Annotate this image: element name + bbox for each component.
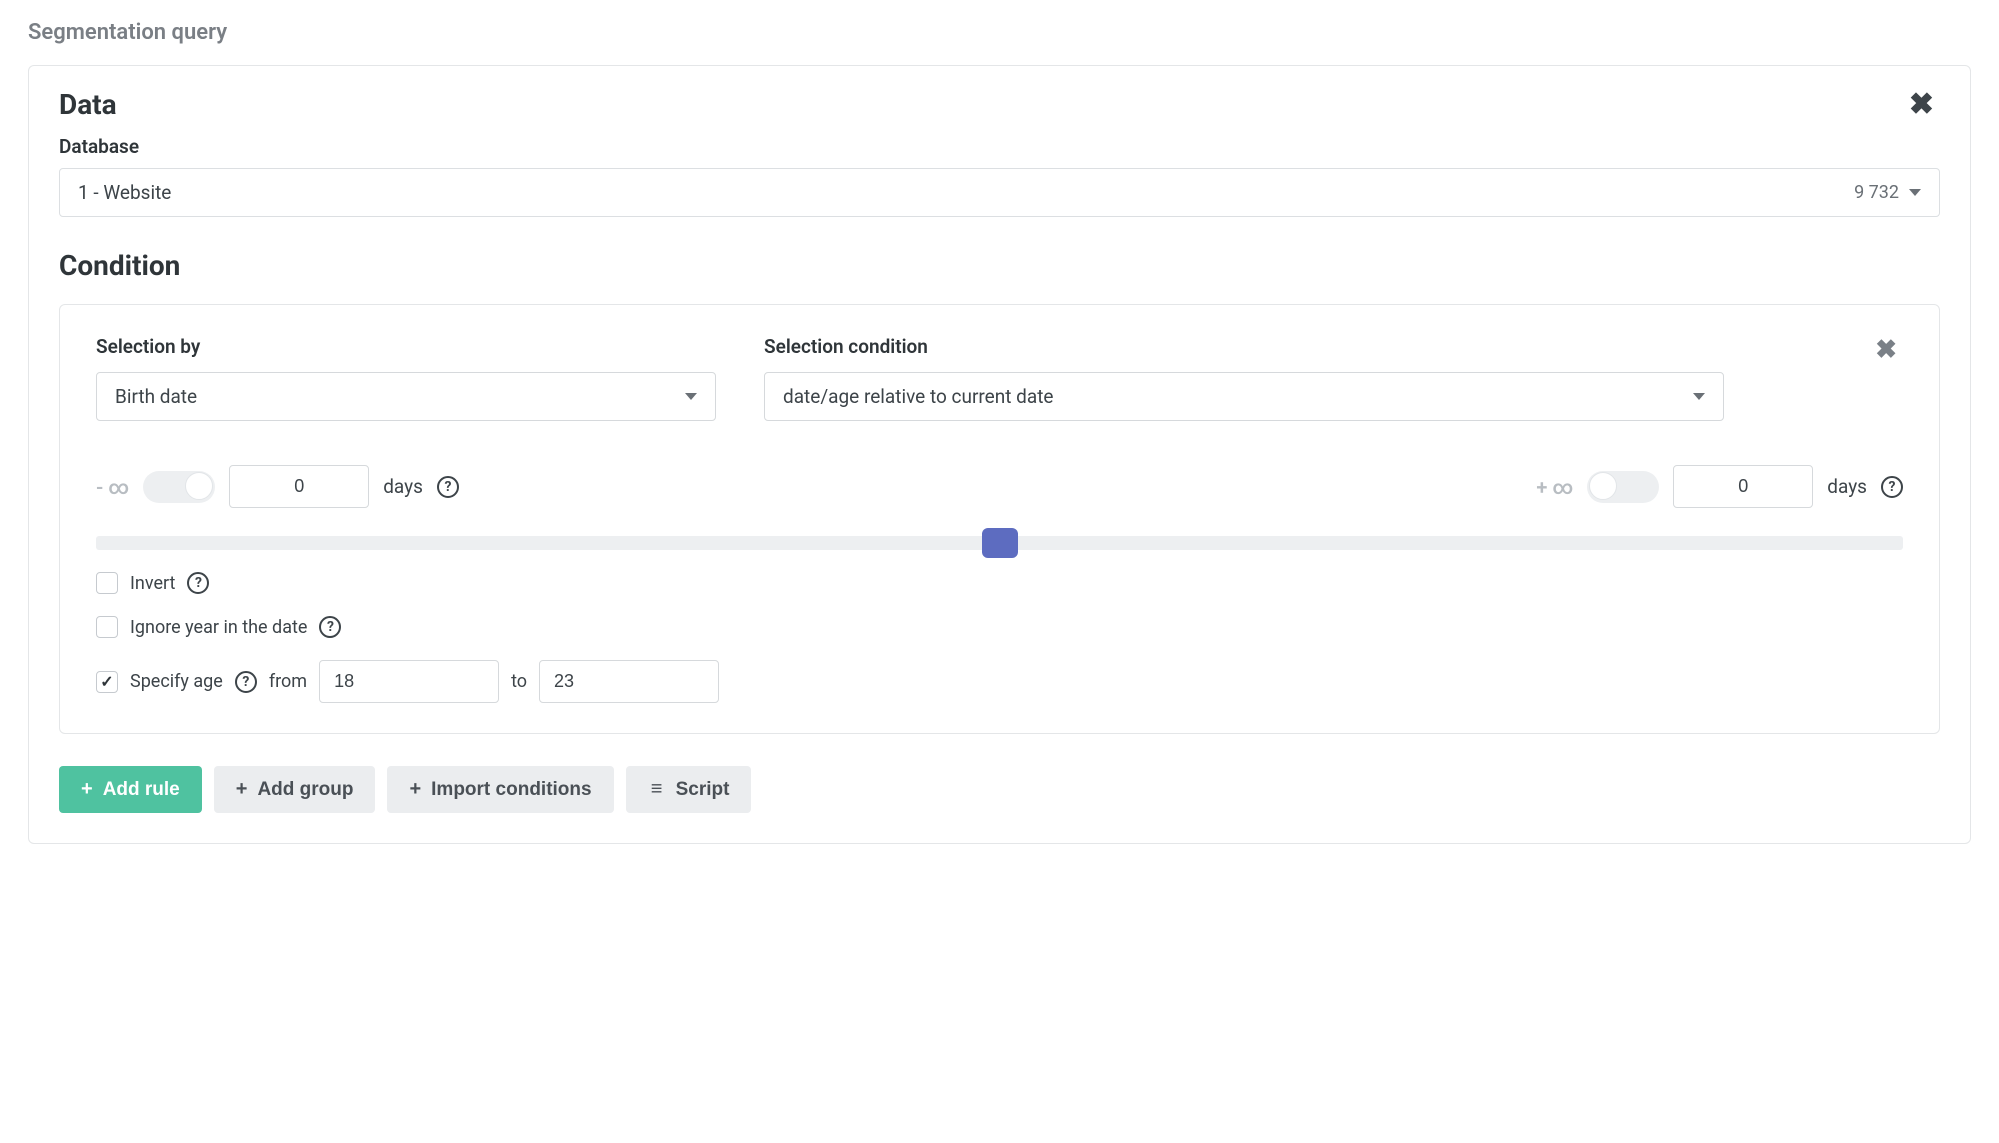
help-icon[interactable]: ? <box>187 572 209 594</box>
database-count: 9 732 <box>1854 182 1899 203</box>
help-icon[interactable]: ? <box>235 671 257 693</box>
ignore-year-label: Ignore year in the date <box>130 617 307 638</box>
script-label: Script <box>676 779 730 801</box>
chevron-down-icon <box>1909 189 1921 196</box>
database-select[interactable]: 1 - Website 9 732 <box>59 168 1940 217</box>
selection-by-col: Selection by Birth date <box>96 335 716 421</box>
database-value: 1 - Website <box>78 181 171 204</box>
range-slider[interactable] <box>96 536 1903 550</box>
action-buttons-row: + Add rule + Add group + Import conditio… <box>59 766 1940 813</box>
specify-age-checkbox[interactable] <box>96 671 118 693</box>
selection-condition-select[interactable]: date/age relative to current date <box>764 372 1724 421</box>
condition-card: Selection by Birth date Selection condit… <box>59 304 1940 734</box>
condition-top-row: Selection by Birth date Selection condit… <box>96 335 1903 421</box>
page-title: Segmentation query <box>28 20 1971 45</box>
import-conditions-label: Import conditions <box>431 779 591 801</box>
add-rule-label: Add rule <box>103 779 180 801</box>
condition-heading: Condition <box>59 249 1940 282</box>
condition-close-col: ✖ <box>1869 335 1903 365</box>
plus-icon: + <box>81 778 93 801</box>
close-condition-icon[interactable]: ✖ <box>1869 335 1903 365</box>
ignore-year-checkbox[interactable] <box>96 616 118 638</box>
help-icon[interactable]: ? <box>1881 476 1903 498</box>
selection-by-label: Selection by <box>96 335 716 358</box>
slider-thumb[interactable] <box>982 528 1018 558</box>
toggle-knob <box>1589 472 1617 500</box>
left-infinity-toggle[interactable] <box>143 471 215 503</box>
toggle-knob <box>185 472 213 500</box>
specify-age-label: Specify age <box>130 671 223 692</box>
range-left-input[interactable] <box>229 465 369 508</box>
plus-icon: + <box>236 778 248 801</box>
age-from-input[interactable] <box>319 660 499 703</box>
range-right-input[interactable] <box>1673 465 1813 508</box>
selection-condition-value: date/age relative to current date <box>783 385 1054 408</box>
segmentation-query-page: Segmentation query Data ✖ Database 1 - W… <box>0 0 1999 864</box>
query-card: Data ✖ Database 1 - Website 9 732 Condit… <box>28 65 1971 844</box>
range-left-group: - ∞ days ? <box>96 465 459 508</box>
selection-by-value: Birth date <box>115 385 197 408</box>
close-icon[interactable]: ✖ <box>1903 88 1940 122</box>
help-icon[interactable]: ? <box>319 616 341 638</box>
database-label: Database <box>59 135 1940 158</box>
selection-condition-col: Selection condition date/age relative to… <box>764 335 1724 421</box>
data-heading: Data <box>59 88 117 121</box>
import-conditions-button[interactable]: + Import conditions <box>387 766 613 813</box>
invert-row: Invert ? <box>96 572 1903 594</box>
list-icon <box>648 778 666 801</box>
specify-age-row: Specify age ? from to <box>96 660 1903 703</box>
chevron-down-icon <box>685 393 697 400</box>
help-icon[interactable]: ? <box>437 476 459 498</box>
selection-by-select[interactable]: Birth date <box>96 372 716 421</box>
age-to-input[interactable] <box>539 660 719 703</box>
chevron-down-icon <box>1693 393 1705 400</box>
script-button[interactable]: Script <box>626 766 752 813</box>
card-inner: Data ✖ Database 1 - Website 9 732 Condit… <box>29 66 1970 843</box>
days-label-right: days <box>1827 475 1867 498</box>
to-label: to <box>511 671 527 692</box>
selection-condition-label: Selection condition <box>764 335 1724 358</box>
plus-icon: + <box>409 778 421 801</box>
plus-infinity-label: + ∞ <box>1536 475 1573 499</box>
add-group-label: Add group <box>257 779 353 801</box>
minus-infinity-label: - ∞ <box>96 475 129 499</box>
range-right-group: + ∞ days ? <box>1536 465 1903 508</box>
data-section-header: Data ✖ <box>59 88 1940 135</box>
right-infinity-toggle[interactable] <box>1587 471 1659 503</box>
invert-checkbox[interactable] <box>96 572 118 594</box>
invert-label: Invert <box>130 573 175 594</box>
from-label: from <box>269 671 307 692</box>
range-row: - ∞ days ? + ∞ days <box>96 465 1903 508</box>
days-label-left: days <box>383 475 423 498</box>
add-rule-button[interactable]: + Add rule <box>59 766 202 813</box>
add-group-button[interactable]: + Add group <box>214 766 376 813</box>
database-right: 9 732 <box>1854 182 1921 203</box>
ignore-year-row: Ignore year in the date ? <box>96 616 1903 638</box>
